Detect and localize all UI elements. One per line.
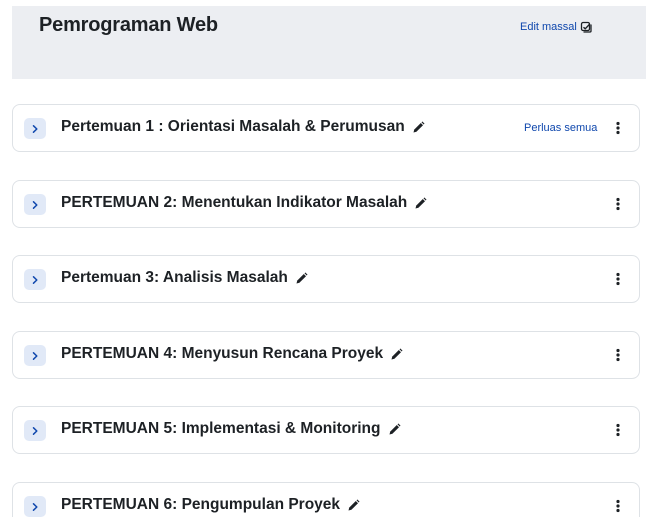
edit-title-button[interactable] (295, 272, 308, 285)
section-toggle-button[interactable] (24, 118, 46, 139)
section-title-text[interactable]: PERTEMUAN 4: Menyusun Rencana Proyek (61, 345, 383, 363)
section-title-text[interactable]: PERTEMUAN 6: Pengumpulan Proyek (61, 496, 340, 514)
pencil-icon (348, 499, 360, 510)
section-title[interactable]: PERTEMUAN 2: Menentukan Indikator Masala… (61, 194, 427, 212)
section-title[interactable]: Pertemuan 1 : Orientasi Masalah & Perumu… (61, 118, 425, 136)
edit-massal-label: Edit massal (520, 21, 577, 33)
section-title-text[interactable]: Pertemuan 1 : Orientasi Masalah & Perumu… (61, 118, 405, 136)
section-toggle-button[interactable] (24, 496, 46, 517)
section-title[interactable]: PERTEMUAN 6: Pengumpulan Proyek (61, 496, 360, 514)
page-title: Pemrograman Web (39, 14, 218, 36)
chevron-right-icon (32, 200, 38, 209)
course-section[interactable]: PERTEMUAN 6: Pengumpulan Proyek (12, 482, 640, 517)
bulk-edit-icon (580, 21, 592, 33)
edit-massal-button[interactable]: Edit massal (520, 21, 592, 33)
edit-title-button[interactable] (412, 121, 425, 134)
expand-all-link[interactable]: Perluas semua (524, 122, 597, 134)
kebab-menu-icon (616, 272, 620, 286)
pencil-icon (391, 348, 403, 359)
course-section[interactable]: Pertemuan 1 : Orientasi Masalah & Perumu… (12, 104, 640, 152)
kebab-menu-icon (616, 121, 620, 135)
section-title[interactable]: PERTEMUAN 4: Menyusun Rencana Proyek (61, 345, 403, 363)
course-header: Pemrograman Web Edit massal (12, 6, 646, 79)
section-menu-button[interactable] (611, 194, 625, 214)
edit-title-button[interactable] (388, 423, 401, 436)
section-menu-button[interactable] (611, 345, 625, 365)
course-page: Pemrograman Web Edit massal Pertemuan 1 … (0, 0, 646, 517)
edit-title-button[interactable] (414, 197, 427, 210)
chevron-right-icon (32, 426, 38, 435)
course-section[interactable]: Pertemuan 3: Analisis Masalah (12, 255, 640, 303)
section-title-text[interactable]: PERTEMUAN 2: Menentukan Indikator Masala… (61, 194, 407, 212)
pencil-icon (296, 272, 308, 283)
section-toggle-button[interactable] (24, 269, 46, 290)
section-toggle-button[interactable] (24, 345, 46, 366)
course-section[interactable]: PERTEMUAN 2: Menentukan Indikator Masala… (12, 180, 640, 228)
chevron-right-icon (32, 275, 38, 284)
section-title-text[interactable]: PERTEMUAN 5: Implementasi & Monitoring (61, 420, 381, 438)
section-menu-button[interactable] (611, 269, 625, 289)
kebab-menu-icon (616, 499, 620, 513)
section-title[interactable]: Pertemuan 3: Analisis Masalah (61, 269, 308, 287)
kebab-menu-icon (616, 423, 620, 437)
edit-title-button[interactable] (390, 348, 403, 361)
pencil-icon (413, 121, 425, 132)
kebab-menu-icon (616, 348, 620, 362)
pencil-icon (415, 197, 427, 208)
section-title-text[interactable]: Pertemuan 3: Analisis Masalah (61, 269, 288, 287)
section-menu-button[interactable] (611, 420, 625, 440)
course-section[interactable]: PERTEMUAN 4: Menyusun Rencana Proyek (12, 331, 640, 379)
course-section[interactable]: PERTEMUAN 5: Implementasi & Monitoring (12, 406, 640, 454)
chevron-right-icon (32, 502, 38, 511)
section-title[interactable]: PERTEMUAN 5: Implementasi & Monitoring (61, 420, 401, 438)
section-menu-button[interactable] (611, 496, 625, 516)
pencil-icon (389, 423, 400, 434)
edit-title-button[interactable] (347, 499, 360, 512)
chevron-right-icon (32, 351, 38, 360)
section-toggle-button[interactable] (24, 420, 46, 441)
chevron-right-icon (32, 124, 38, 133)
kebab-menu-icon (616, 197, 620, 211)
section-menu-button[interactable] (611, 118, 625, 138)
section-toggle-button[interactable] (24, 194, 46, 215)
